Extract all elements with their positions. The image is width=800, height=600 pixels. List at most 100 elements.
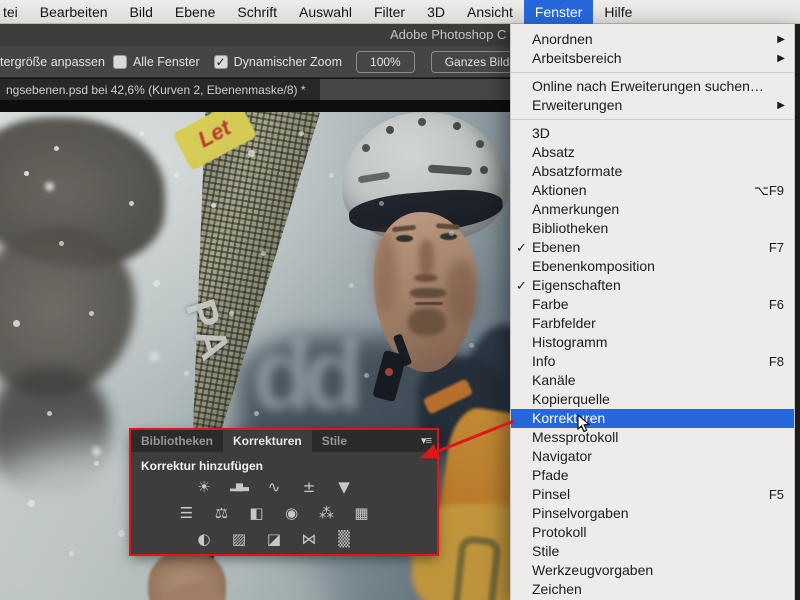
menu-item-absatzformate[interactable]: Absatzformate (511, 162, 794, 181)
channel-mixer-icon[interactable]: ⁂ (317, 503, 337, 523)
menu-item-label: Protokoll (532, 524, 587, 540)
menubar-item-bearbeiten[interactable]: Bearbeiten (29, 0, 119, 24)
menu-item-3d[interactable]: 3D (511, 124, 794, 143)
brightness-contrast-icon[interactable]: ☀ (194, 477, 214, 497)
menubar-item-bild[interactable]: Bild (119, 0, 164, 24)
adjustment-icons: ☀ ▂▆▃ ∿ ± ▼ ☰ ⚖ ◧ ◉ ⁂ ▦ ◐ ▨ ◪ ⋈ ▒ (139, 474, 409, 552)
submenu-arrow-icon: ▶ (777, 34, 785, 45)
menu-item-label: Info (532, 353, 556, 369)
menu-item-messprotokoll[interactable]: Messprotokoll (511, 428, 794, 447)
menu-item-eigenschaften[interactable]: ✓ Eigenschaften (511, 276, 794, 295)
menu-item-label: Korrekturen (532, 410, 606, 426)
checkbox-label: Dynamischer Zoom (233, 54, 343, 69)
exposure-icon[interactable]: ± (299, 477, 319, 497)
menu-item-zeichen[interactable]: Zeichen (511, 580, 794, 599)
options-button-100-[interactable]: 100% (356, 50, 415, 73)
document-title: ngsebenen.psd bei 42,6% (Kurven 2, Ebene… (6, 83, 306, 97)
menu-item-label: Navigator (532, 448, 592, 464)
menu-item-label: Zeichen (532, 581, 582, 597)
menubar-item-hilfe[interactable]: Hilfe (593, 0, 643, 24)
menu-item-pinsel[interactable]: Pinsel F5 (511, 485, 794, 504)
menubar-item-tei[interactable]: tei (0, 0, 29, 24)
menu-item-label: Anmerkungen (532, 201, 620, 217)
photoshop-window: dd Let PA (0, 0, 800, 600)
menu-separator (511, 119, 794, 120)
posterize-icon[interactable]: ▨ (229, 529, 249, 549)
menu-item-label: Farbfelder (532, 315, 596, 331)
menu-item-protokoll[interactable]: Protokoll (511, 523, 794, 542)
menubar-item-schrift[interactable]: Schrift (226, 0, 288, 24)
checkmark-icon: ✓ (516, 240, 527, 255)
menu-shortcut: ⌥F9 (753, 183, 784, 198)
menubar-item-3d[interactable]: 3D (416, 0, 456, 24)
menu-item-arbeitsbereich[interactable]: Arbeitsbereich ▶ (511, 49, 794, 68)
menu-item-online-nach-erweiterungen-suchen-[interactable]: Online nach Erweiterungen suchen… (511, 77, 794, 96)
checkbox-dynamischer-zoom[interactable]: ✓ Dynamischer Zoom (213, 54, 343, 69)
checkmark-icon: ✓ (516, 278, 527, 293)
menu-item-stile[interactable]: Stile (511, 542, 794, 561)
panel-menu-icon[interactable]: ▾≡ (421, 430, 432, 452)
app-title: Adobe Photoshop C (390, 27, 507, 42)
levels-icon[interactable]: ▂▆▃ (229, 477, 249, 497)
menu-item-kopierquelle[interactable]: Kopierquelle (511, 390, 794, 409)
menu-item-label: Kopierquelle (532, 391, 610, 407)
menu-item-label: Stile (532, 543, 560, 559)
menu-item-label: Kanäle (532, 372, 576, 388)
color-lookup-icon[interactable]: ▦ (352, 503, 372, 523)
menu-item-ebenenkomposition[interactable]: Ebenenkomposition (511, 257, 794, 276)
menu-item-absatz[interactable]: Absatz (511, 143, 794, 162)
menubar-item-fenster[interactable]: Fenster (523, 0, 594, 24)
black-white-icon[interactable]: ◧ (247, 503, 267, 523)
color-balance-icon[interactable]: ⚖ (212, 503, 232, 523)
menubar-item-ebene[interactable]: Ebene (164, 0, 226, 24)
menu-bar: tei Bearbeiten Bild Ebene Schrift Auswahl Filt… (0, 0, 800, 24)
menu-item-farbe[interactable]: Farbe F6 (511, 295, 794, 314)
menu-item-label: Histogramm (532, 334, 608, 350)
menubar-item-ansicht[interactable]: Ansicht (456, 0, 524, 24)
document-tab[interactable]: ngsebenen.psd bei 42,6% (Kurven 2, Ebene… (0, 79, 320, 101)
menu-item-label: Messprotokoll (532, 429, 619, 445)
threshold-icon[interactable]: ◪ (264, 529, 284, 549)
checkbox-icon[interactable] (112, 54, 127, 69)
checkbox-alle-fenster[interactable]: Alle Fenster (112, 54, 200, 69)
window-menu-dropdown: Anordnen ▶ Arbeitsbereich ▶ Online nach Erwe… (510, 24, 795, 600)
curves-icon[interactable]: ∿ (264, 477, 284, 497)
menubar-item-auswahl[interactable]: Auswahl (288, 0, 363, 24)
menu-item-label: Arbeitsbereich (532, 50, 622, 66)
menu-item-pfade[interactable]: Pfade (511, 466, 794, 485)
menu-item-label: Pinselvorgaben (532, 505, 629, 521)
checkbox-checked-icon[interactable]: ✓ (213, 54, 228, 69)
menu-shortcut: F8 (768, 354, 784, 369)
menu-item-pinselvorgaben[interactable]: Pinselvorgaben (511, 504, 794, 523)
photo-filter-icon[interactable]: ◉ (282, 503, 302, 523)
selective-color-icon[interactable]: ▒ (334, 529, 354, 549)
submenu-arrow-icon: ▶ (777, 53, 785, 64)
hue-saturation-icon[interactable]: ☰ (177, 503, 197, 523)
menu-item-navigator[interactable]: Navigator (511, 447, 794, 466)
menu-item-kanäle[interactable]: Kanäle (511, 371, 794, 390)
menu-item-histogramm[interactable]: Histogramm (511, 333, 794, 352)
gradient-map-icon[interactable]: ⋈ (299, 529, 319, 549)
menu-item-anmerkungen[interactable]: Anmerkungen (511, 200, 794, 219)
menu-item-farbfelder[interactable]: Farbfelder (511, 314, 794, 333)
menu-item-werkzeugvorgaben[interactable]: Werkzeugvorgaben (511, 561, 794, 580)
menu-item-label: Farbe (532, 296, 569, 312)
menu-item-info[interactable]: Info F8 (511, 352, 794, 371)
panel-tab-korrekturen[interactable]: Korrekturen (223, 430, 312, 452)
menu-shortcut: F6 (768, 297, 784, 312)
panel-tab-stile[interactable]: Stile (312, 430, 357, 452)
invert-icon[interactable]: ◐ (194, 529, 214, 549)
menu-item-aktionen[interactable]: Aktionen ⌥F9 (511, 181, 794, 200)
checkbox-label: Alle Fenster (132, 54, 200, 69)
vibrance-icon[interactable]: ▼ (334, 477, 354, 497)
menu-item-korrekturen[interactable]: Korrekturen (511, 409, 794, 428)
menu-item-label: Bibliotheken (532, 220, 609, 236)
menu-item-ebenen[interactable]: ✓ Ebenen F7 (511, 238, 794, 257)
menu-item-erweiterungen[interactable]: Erweiterungen ▶ (511, 96, 794, 115)
panel-tab-bibliotheken[interactable]: Bibliotheken (131, 430, 223, 452)
menu-item-bibliotheken[interactable]: Bibliotheken (511, 219, 794, 238)
menu-item-label: Werkzeugvorgaben (532, 562, 654, 578)
menu-item-label: Aktionen (532, 182, 587, 198)
menu-item-anordnen[interactable]: Anordnen ▶ (511, 30, 794, 49)
menubar-item-filter[interactable]: Filter (363, 0, 416, 24)
